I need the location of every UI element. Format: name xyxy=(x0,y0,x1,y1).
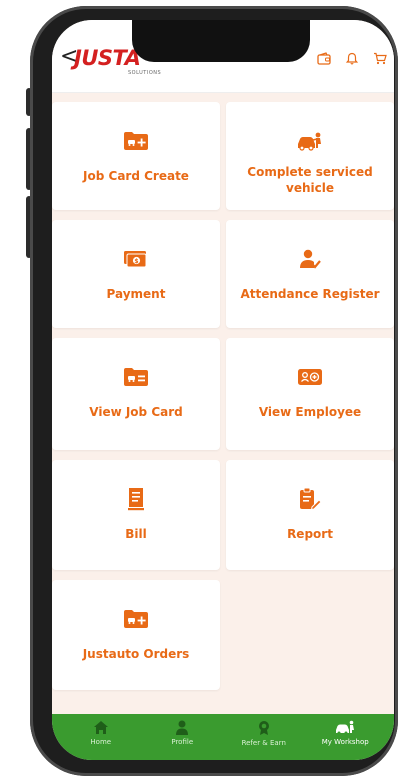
job-card-list-icon xyxy=(123,364,149,390)
view-job-card-tile[interactable]: View Job Card xyxy=(52,338,220,450)
screen: < JUSTA SOLUTIONS Job Card Create Comple… xyxy=(52,20,394,760)
award-icon xyxy=(258,721,269,735)
job-card-add-icon xyxy=(123,606,149,632)
employee-id-icon xyxy=(297,364,323,390)
tab-home[interactable]: Home xyxy=(66,714,136,746)
attendance-register-tile[interactable]: Attendance Register xyxy=(226,220,394,328)
app-logo: JUSTA SOLUTIONS xyxy=(74,46,161,76)
tile-label: View Employee xyxy=(258,405,362,419)
home-icon xyxy=(93,721,108,734)
job-card-create-tile[interactable]: Job Card Create xyxy=(52,102,220,210)
person-check-icon xyxy=(298,246,322,272)
tile-label: Payment xyxy=(106,287,166,301)
bottom-tab-bar: Home Profile Refer & Earn My Workshop xyxy=(52,714,394,760)
phone-frame: < JUSTA SOLUTIONS Job Card Create Comple… xyxy=(30,6,398,776)
view-employee-tile[interactable]: View Employee xyxy=(226,338,394,450)
clipboard-edit-icon xyxy=(298,486,322,512)
notch xyxy=(132,20,310,62)
tile-label: Complete serviced vehicle xyxy=(247,165,373,195)
car-repair-icon xyxy=(296,128,324,154)
logo-subtitle: SOLUTIONS xyxy=(128,70,162,76)
tile-label: Attendance Register xyxy=(240,287,380,301)
tab-label: Refer & Earn xyxy=(241,739,286,747)
car-repair-icon xyxy=(336,720,355,735)
report-tile[interactable]: Report xyxy=(226,460,394,570)
receipt-icon xyxy=(127,486,145,512)
tab-profile[interactable]: Profile xyxy=(147,714,217,746)
tab-my-workshop[interactable]: My Workshop xyxy=(310,714,380,746)
wallet-icon[interactable] xyxy=(316,50,332,66)
payment-tile[interactable]: $ Payment xyxy=(52,220,220,328)
svg-text:$: $ xyxy=(134,258,138,265)
tab-label: Home xyxy=(90,738,112,746)
tab-refer-earn[interactable]: Refer & Earn xyxy=(229,714,299,747)
complete-serviced-vehicle-tile[interactable]: Complete serviced vehicle xyxy=(226,102,394,210)
tile-label: Justauto Orders xyxy=(82,647,190,661)
job-card-add-icon xyxy=(123,128,149,154)
cash-payment-icon: $ xyxy=(122,246,150,272)
tile-label: Job Card Create xyxy=(83,169,189,183)
bill-tile[interactable]: Bill xyxy=(52,460,220,570)
justauto-orders-tile[interactable]: Justauto Orders xyxy=(52,580,220,690)
cart-icon[interactable] xyxy=(372,50,388,66)
tab-label: My Workshop xyxy=(321,738,369,746)
person-icon xyxy=(176,720,189,735)
tile-label: Report xyxy=(287,527,333,541)
tile-label: View Job Card xyxy=(89,405,183,419)
tile-label: Bill xyxy=(125,527,147,541)
logo-text: JUSTA xyxy=(74,46,141,70)
tab-label: Profile xyxy=(171,738,194,746)
bell-icon[interactable] xyxy=(344,50,360,66)
